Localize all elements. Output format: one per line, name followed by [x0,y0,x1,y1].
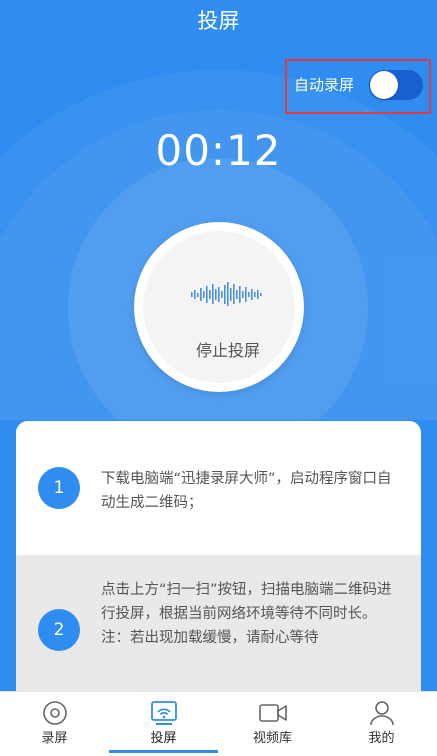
video-icon [259,704,287,722]
stop-cast-button[interactable]: 停止投屏 [134,222,304,392]
tab-label: 我的 [368,731,395,746]
sound-wave-icon [191,282,262,306]
tab-cast[interactable]: 投屏 [109,692,218,756]
bottom-tab-bar: 录屏 投屏 视频库 我的 [0,691,437,756]
stop-cast-button-inner: 停止投屏 [143,231,295,383]
auto-record-toggle[interactable] [369,70,423,100]
tab-video-library[interactable]: 视频库 [218,692,327,756]
page-title: 投屏 [197,9,240,33]
instructions-card: 1 下载电脑端“迅捷录屏大师”，启动程序窗口自动生成二维码； 2 点击上方“扫一… [16,421,421,691]
record-icon [43,701,67,725]
user-icon [370,701,394,726]
step-text: 点击上方“扫一扫”按钮，扫描电脑端二维码进行投屏，根据当前网络环境等待不同时长。… [101,582,392,646]
auto-record-label: 自动录屏 [294,76,355,94]
cast-timer: 00:12 [155,126,282,175]
instruction-step: 2 点击上方“扫一扫”按钮，扫描电脑端二维码进行投屏，根据当前网络环境等待不同时… [16,555,421,691]
tab-profile[interactable]: 我的 [327,692,436,756]
stop-cast-label: 停止投屏 [195,341,260,360]
tab-record[interactable]: 录屏 [0,692,109,756]
active-tab-indicator [109,750,218,753]
step-number-badge: 1 [38,467,80,509]
cast-icon [151,701,177,725]
tab-label: 视频库 [252,731,292,746]
auto-record-highlight: 自动录屏 [285,59,431,114]
toggle-knob [370,71,398,99]
tab-label: 录屏 [41,731,68,746]
step-text: 下载电脑端“迅捷录屏大师”，启动程序窗口自动生成二维码； [101,471,392,511]
instruction-step: 1 下载电脑端“迅捷录屏大师”，启动程序窗口自动生成二维码； [16,421,421,555]
cast-panel: 投屏 自动录屏 00:12 停止投屏 [0,0,437,420]
step-number-badge: 2 [38,609,80,651]
tab-label: 投屏 [150,731,177,746]
